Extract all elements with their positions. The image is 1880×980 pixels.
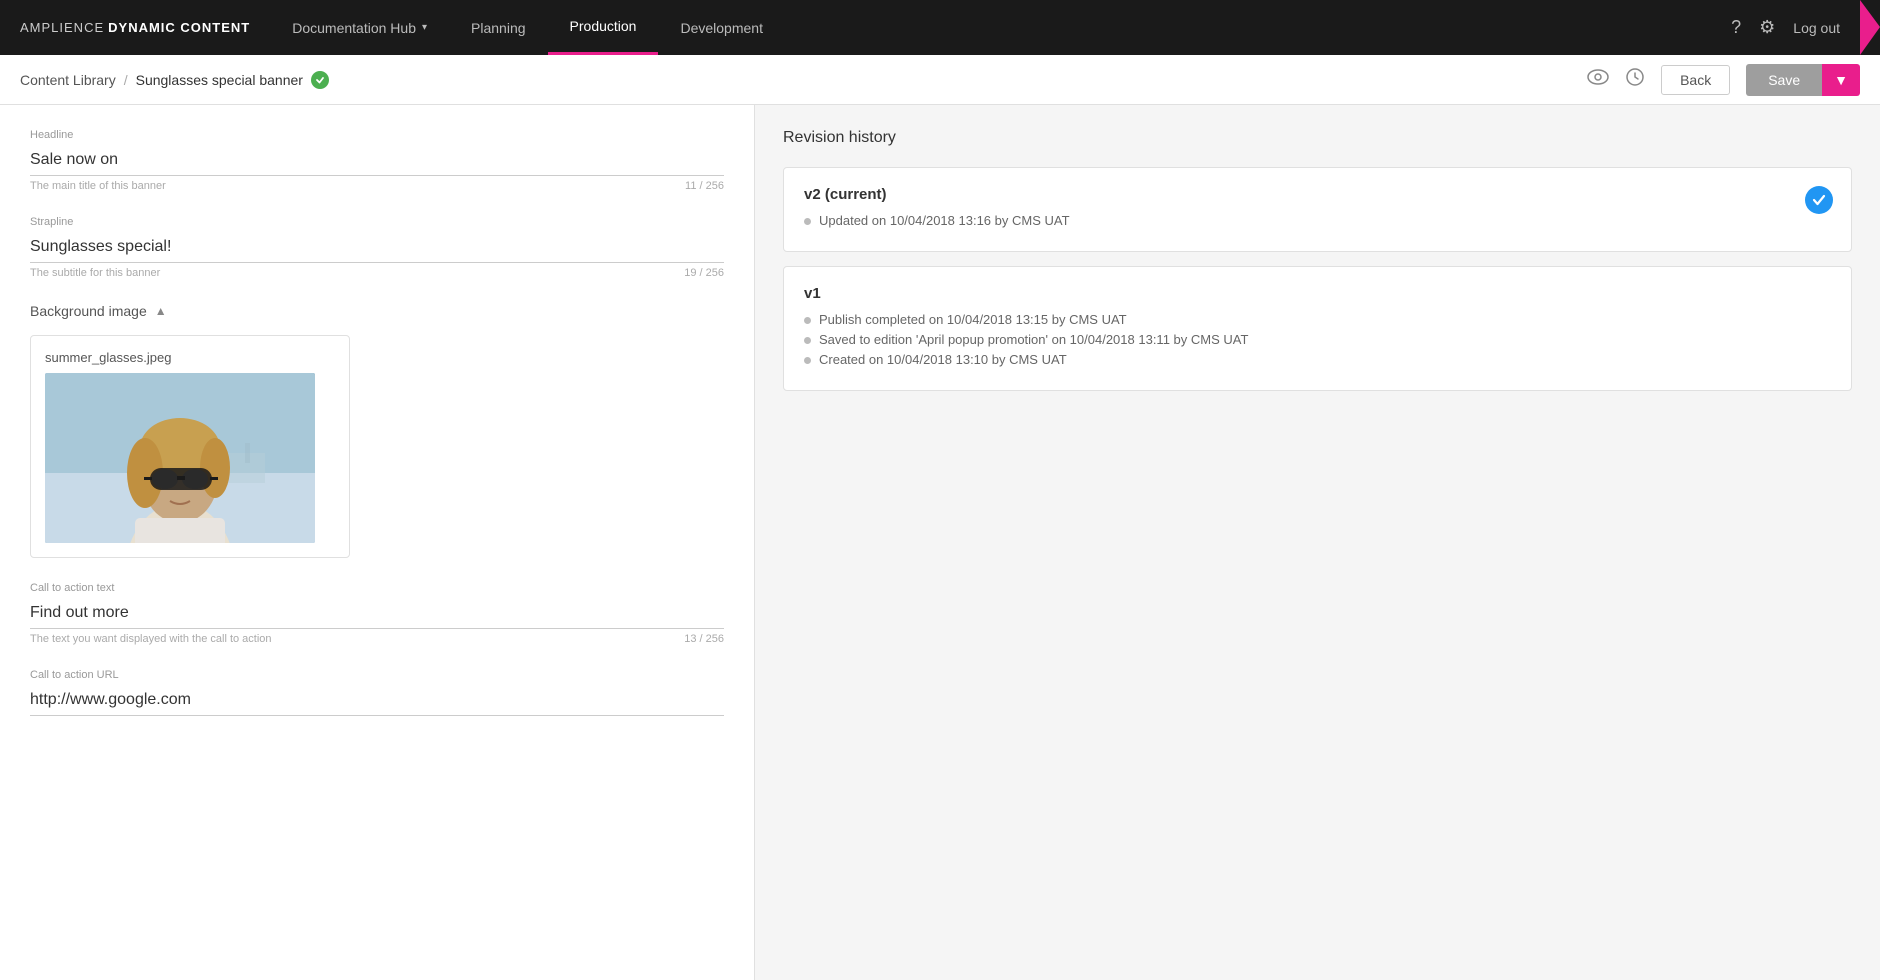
strapline-counter: 19 / 256 [684,267,724,279]
revision-v1-item-2: Created on 10/04/2018 13:10 by CMS UAT [804,352,1831,367]
cta-text-label: Call to action text [30,582,724,594]
cta-url-label: Call to action URL [30,669,724,681]
revision-v2-version: v2 (current) [804,186,1831,203]
nav-item-production[interactable]: Production [548,0,659,55]
nav-item-planning[interactable]: Planning [449,0,548,55]
breadcrumb-right: Back Save ▼ [1587,64,1860,96]
revision-card-v1[interactable]: v1 Publish completed on 10/04/2018 13:15… [783,266,1852,391]
cta-url-field-group: Call to action URL [30,669,724,716]
headline-counter: 11 / 256 [685,180,724,192]
headline-field-group: Headline The main title of this banner 1… [30,129,724,192]
left-panel: Headline The main title of this banner 1… [0,105,755,980]
image-filename: summer_glasses.jpeg [45,350,335,365]
revision-bullet [804,317,811,324]
revision-card-v2[interactable]: v2 (current) Updated on 10/04/2018 13:16… [783,167,1852,252]
background-image-header: Background image ▲ [30,303,724,319]
revision-v2-item-0-text: Updated on 10/04/2018 13:16 by CMS UAT [819,213,1070,228]
save-dropdown-arrow-button[interactable]: ▼ [1822,64,1860,96]
revision-history-title: Revision history [783,129,1852,147]
background-image-section: Background image ▲ summer_glasses.jpeg [30,303,724,558]
help-icon-button[interactable]: ? [1731,17,1741,38]
save-btn-group: Save ▼ [1746,64,1860,96]
brand-arrow-decoration [1860,0,1880,55]
nav-item-planning-label: Planning [471,20,526,36]
strapline-label: Strapline [30,216,724,228]
nav-item-production-label: Production [570,18,637,34]
checkmark-icon [315,75,325,85]
nav-item-docs-hub-label: Documentation Hub [292,20,416,36]
chevron-down-icon: ▾ [422,22,427,33]
save-button[interactable]: Save [1746,64,1822,96]
breadcrumb-current-page: Sunglasses special banner [136,72,303,88]
check-icon [1811,192,1827,208]
nav-item-docs-hub[interactable]: Documentation Hub ▾ [270,0,449,55]
collapse-icon[interactable]: ▲ [155,304,167,318]
breadcrumb-bar: Content Library / Sunglasses special ban… [0,55,1880,105]
strapline-field-group: Strapline The subtitle for this banner 1… [30,216,724,279]
cta-text-input[interactable] [30,598,724,629]
cta-text-counter: 13 / 256 [684,633,724,645]
brand-amplience: AMPLIENCE [20,20,104,35]
image-preview [45,373,315,543]
headline-input[interactable] [30,145,724,176]
nav-items: Documentation Hub ▾ Planning Production … [270,0,1711,55]
breadcrumb-library-link[interactable]: Content Library [20,72,116,88]
cta-text-meta: The text you want displayed with the cal… [30,633,724,645]
status-badge-green [311,71,329,89]
revision-bullet [804,218,811,225]
settings-icon-button[interactable]: ⚙ [1759,17,1775,38]
breadcrumb-separator: / [124,72,128,88]
revision-v1-item-1: Saved to edition 'April popup promotion'… [804,332,1831,347]
clock-icon [1625,67,1645,87]
revision-current-check [1805,186,1833,214]
revision-v1-item-0: Publish completed on 10/04/2018 13:15 by… [804,312,1831,327]
logout-button[interactable]: Log out [1793,20,1840,36]
main-layout: Headline The main title of this banner 1… [0,105,1880,980]
cta-text-field-group: Call to action text The text you want di… [30,582,724,645]
revision-v1-item-1-text: Saved to edition 'April popup promotion'… [819,332,1248,347]
nav-item-development-label: Development [680,20,763,36]
strapline-hint: The subtitle for this banner [30,267,160,279]
image-preview-svg [45,373,315,543]
cta-url-input[interactable] [30,685,724,716]
headline-label: Headline [30,129,724,141]
breadcrumb-left: Content Library / Sunglasses special ban… [20,71,329,89]
image-card: summer_glasses.jpeg [30,335,350,558]
headline-meta: The main title of this banner 11 / 256 [30,180,724,192]
history-icon-button[interactable] [1625,67,1645,92]
revision-bullet [804,337,811,344]
nav-right: ? ⚙ Log out [1711,17,1860,38]
headline-hint: The main title of this banner [30,180,166,192]
back-button[interactable]: Back [1661,65,1730,95]
revision-bullet [804,357,811,364]
cta-text-hint: The text you want displayed with the cal… [30,633,272,645]
right-panel: Revision history v2 (current) Updated on… [755,105,1880,980]
preview-icon-button[interactable] [1587,69,1609,90]
strapline-meta: The subtitle for this banner 19 / 256 [30,267,724,279]
revision-v1-version: v1 [804,285,1831,302]
revision-v1-item-0-text: Publish completed on 10/04/2018 13:15 by… [819,312,1127,327]
revision-v1-item-2-text: Created on 10/04/2018 13:10 by CMS UAT [819,352,1067,367]
top-nav: AMPLIENCE DYNAMIC CONTENT Documentation … [0,0,1880,55]
revision-v2-item-0: Updated on 10/04/2018 13:16 by CMS UAT [804,213,1831,228]
brand-dynamic: DYNAMIC CONTENT [108,20,250,35]
strapline-input[interactable] [30,232,724,263]
nav-item-development[interactable]: Development [658,0,785,55]
eye-icon [1587,69,1609,85]
background-image-label: Background image [30,303,147,319]
brand-logo: AMPLIENCE DYNAMIC CONTENT [0,0,270,55]
